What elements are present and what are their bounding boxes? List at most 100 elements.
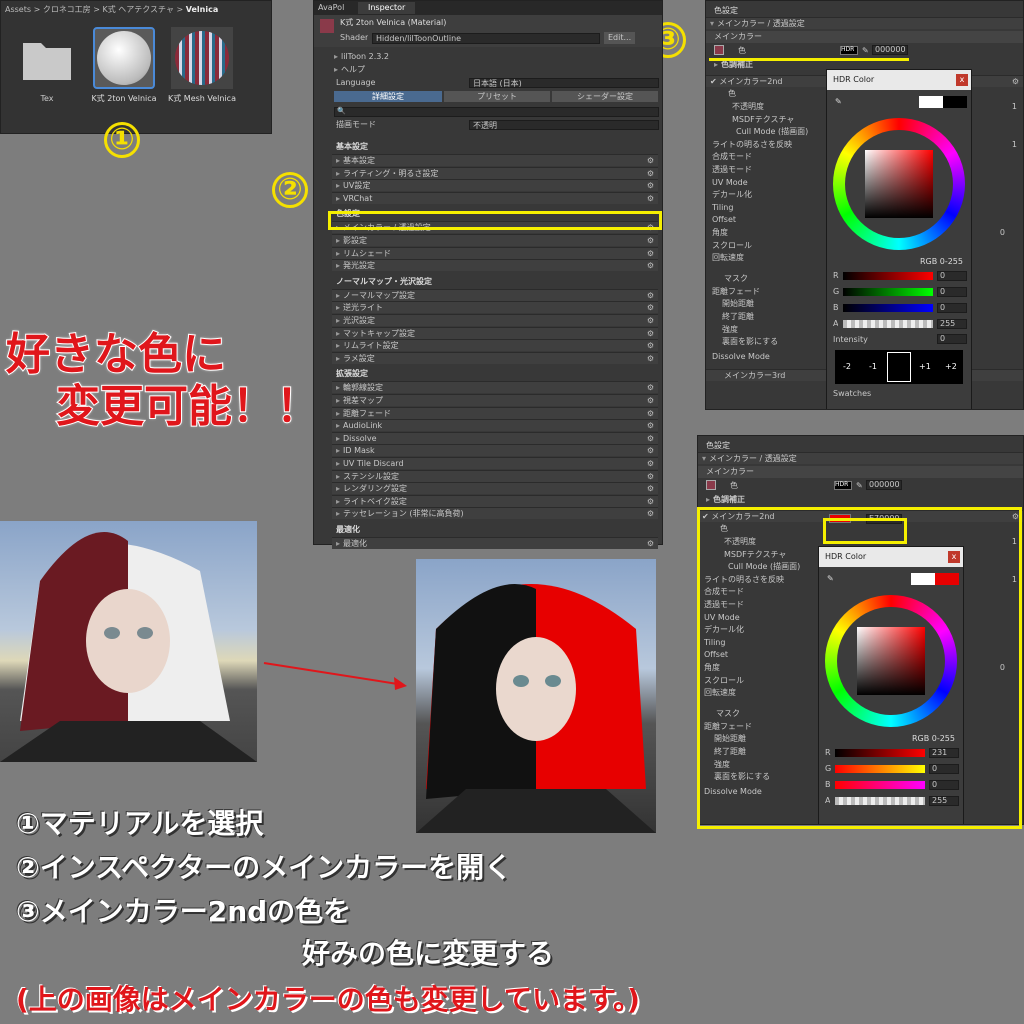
gear-icon[interactable]: ⚙ bbox=[647, 180, 654, 191]
exposure-button[interactable]: -2 bbox=[843, 361, 851, 373]
channel-slider[interactable] bbox=[843, 320, 933, 328]
channel-slider[interactable] bbox=[843, 272, 933, 280]
gear-icon[interactable]: ⚙ bbox=[647, 408, 654, 419]
material-item-mesh[interactable]: K式 Mesh Velnica bbox=[165, 27, 239, 111]
tab-inspector[interactable]: Inspector bbox=[358, 2, 416, 14]
gear-icon[interactable]: ⚙ bbox=[647, 340, 654, 351]
checkbox-icon[interactable]: ✔ bbox=[710, 77, 719, 86]
slider-value[interactable]: 1 bbox=[1012, 101, 1017, 113]
channel-slider[interactable] bbox=[843, 304, 933, 312]
gear-icon[interactable]: ⚙ bbox=[647, 155, 654, 166]
close-icon[interactable]: x bbox=[956, 74, 968, 86]
eyedropper-icon[interactable]: ✎ bbox=[835, 96, 842, 108]
foldout-item[interactable]: ▸ ライトベイク設定 ⚙ bbox=[332, 494, 658, 507]
foldout-item[interactable]: ▸ リムシェード ⚙ bbox=[332, 246, 658, 259]
gear-icon[interactable]: ⚙ bbox=[1012, 76, 1019, 87]
gear-icon[interactable]: ⚙ bbox=[647, 471, 654, 482]
breadcrumb-assets[interactable]: Assets bbox=[5, 5, 31, 14]
foldout-item[interactable]: ▸ レンダリング設定 ⚙ bbox=[332, 482, 658, 495]
foldout-item[interactable]: ▸ マットキャップ設定 ⚙ bbox=[332, 326, 658, 339]
slider-value[interactable]: 0 bbox=[1000, 227, 1005, 239]
channel-value[interactable]: 0 bbox=[937, 303, 967, 313]
gear-icon[interactable]: ⚙ bbox=[647, 302, 654, 313]
foldout-item[interactable]: ▸ AudioLink ⚙ bbox=[332, 419, 658, 432]
foldout-item[interactable]: ▸ UV Tile Discard ⚙ bbox=[332, 457, 658, 469]
channel-slider[interactable] bbox=[843, 288, 933, 296]
help-foldout[interactable]: ▸ ヘルプ bbox=[314, 64, 662, 76]
foldout-item[interactable]: ▸ 最適化 ⚙ bbox=[332, 537, 658, 549]
gear-icon[interactable]: ⚙ bbox=[647, 445, 654, 456]
foldout-item[interactable]: ▸ 逆光ライト ⚙ bbox=[332, 301, 658, 314]
gear-icon[interactable]: ⚙ bbox=[647, 538, 654, 549]
tab-avapol[interactable]: AvaPol bbox=[318, 2, 344, 14]
mode-button-preset[interactable]: プリセット bbox=[444, 91, 550, 102]
color-mode-dropdown[interactable]: RGB 0-255 bbox=[920, 256, 963, 268]
foldout-item[interactable]: ▸ 視差マップ ⚙ bbox=[332, 394, 658, 406]
tone-correction-foldout[interactable]: ▸ 色調補正 bbox=[698, 494, 1023, 506]
foldout-item[interactable]: ▸ 光沢設定 ⚙ bbox=[332, 314, 658, 326]
saturation-square[interactable] bbox=[865, 150, 933, 218]
gear-icon[interactable]: ⚙ bbox=[647, 328, 654, 339]
gear-icon[interactable]: ⚙ bbox=[647, 420, 654, 431]
language-dropdown[interactable]: 日本語 (日本) bbox=[469, 78, 659, 88]
main-color-section[interactable]: ▾ メインカラー / 透過設定 bbox=[698, 452, 1023, 464]
foldout-item[interactable]: ▸ UV設定 ⚙ bbox=[332, 179, 658, 192]
eyedropper-icon[interactable]: ✎ bbox=[856, 480, 863, 492]
render-mode-dropdown[interactable]: 不透明 bbox=[469, 120, 659, 130]
slider-value[interactable]: 1 bbox=[1012, 139, 1017, 151]
foldout-item[interactable]: ▸ VRChat ⚙ bbox=[332, 191, 658, 204]
gear-icon[interactable]: ⚙ bbox=[647, 433, 654, 444]
foldout-item[interactable]: ▸ テッセレーション (非常に高負荷) ⚙ bbox=[332, 507, 658, 520]
gear-icon[interactable]: ⚙ bbox=[647, 168, 654, 179]
gear-icon[interactable]: ⚙ bbox=[647, 248, 654, 259]
hex-field[interactable]: 000000 bbox=[872, 45, 908, 55]
main-color-section[interactable]: ▾ メインカラー / 透過設定 bbox=[706, 17, 1023, 29]
mode-button-advanced[interactable]: 詳細設定 bbox=[334, 91, 442, 102]
intensity-value[interactable]: 0 bbox=[937, 334, 967, 344]
exposure-button[interactable]: +1 bbox=[919, 361, 931, 373]
gear-icon[interactable]: ⚙ bbox=[647, 458, 654, 469]
foldout-item[interactable]: ▸ ID Mask ⚙ bbox=[332, 444, 658, 457]
texture-slot[interactable] bbox=[714, 45, 724, 55]
gear-icon[interactable]: ⚙ bbox=[647, 508, 654, 519]
foldout-item[interactable]: ▸ リムライト設定 ⚙ bbox=[332, 339, 658, 352]
gear-icon[interactable]: ⚙ bbox=[647, 315, 654, 326]
channel-value[interactable]: 0 bbox=[937, 287, 967, 297]
foldout-item[interactable]: ▸ 影設定 ⚙ bbox=[332, 234, 658, 246]
shader-dropdown[interactable]: Hidden/lilToonOutline bbox=[372, 33, 600, 44]
channel-value[interactable]: 255 bbox=[937, 319, 967, 329]
foldout-item[interactable]: ▸ ライティング・明るさ設定 ⚙ bbox=[332, 166, 658, 179]
edit-button[interactable]: Edit... bbox=[604, 32, 636, 44]
gear-icon[interactable]: ⚙ bbox=[647, 260, 654, 271]
search-field[interactable]: 🔍 bbox=[334, 107, 659, 117]
foldout-item[interactable]: ▸ 発光設定 ⚙ bbox=[332, 259, 658, 272]
foldout-item[interactable]: ▸ ノーマルマップ設定 ⚙ bbox=[332, 288, 658, 301]
breadcrumb-kuroneko[interactable]: クロネコ工房 bbox=[43, 5, 91, 14]
channel-value[interactable]: 0 bbox=[937, 271, 967, 281]
foldout-item[interactable]: ▸ ラメ設定 ⚙ bbox=[332, 351, 658, 364]
eyedropper-icon[interactable]: ✎ bbox=[862, 45, 869, 57]
foldout-item[interactable]: ▸ 輪郭線設定 ⚙ bbox=[332, 381, 658, 394]
breadcrumb-velnica[interactable]: Velnica bbox=[186, 5, 219, 14]
gear-icon[interactable]: ⚙ bbox=[647, 395, 654, 406]
gear-icon[interactable]: ⚙ bbox=[647, 193, 654, 204]
foldout-item[interactable]: ▸ Dissolve ⚙ bbox=[332, 431, 658, 444]
exposure-center-button[interactable] bbox=[887, 352, 911, 382]
foldout-item[interactable]: ▸ 距離フェード ⚙ bbox=[332, 406, 658, 419]
exposure-button[interactable]: -1 bbox=[869, 361, 877, 373]
gear-icon[interactable]: ⚙ bbox=[647, 496, 654, 507]
mode-button-shader[interactable]: シェーダー設定 bbox=[552, 91, 658, 102]
foldout-item[interactable]: ▸ 基本設定 ⚙ bbox=[332, 154, 658, 166]
exposure-button[interactable]: +2 bbox=[945, 361, 957, 373]
gear-icon[interactable]: ⚙ bbox=[647, 483, 654, 494]
gear-icon[interactable]: ⚙ bbox=[647, 235, 654, 246]
breadcrumb-hair-texture[interactable]: K式 ヘアテクスチャ bbox=[102, 5, 173, 14]
material-item-2ton[interactable]: K式 2ton Velnica bbox=[87, 27, 161, 111]
foldout-item[interactable]: ▸ ステンシル設定 ⚙ bbox=[332, 469, 658, 482]
gear-icon[interactable]: ⚙ bbox=[647, 353, 654, 364]
gear-icon[interactable]: ⚙ bbox=[647, 290, 654, 301]
hex-field[interactable]: 000000 bbox=[866, 480, 902, 490]
texture-slot[interactable] bbox=[706, 480, 716, 490]
gear-icon[interactable]: ⚙ bbox=[647, 382, 654, 393]
folder-item-tex[interactable]: Tex bbox=[15, 29, 79, 109]
